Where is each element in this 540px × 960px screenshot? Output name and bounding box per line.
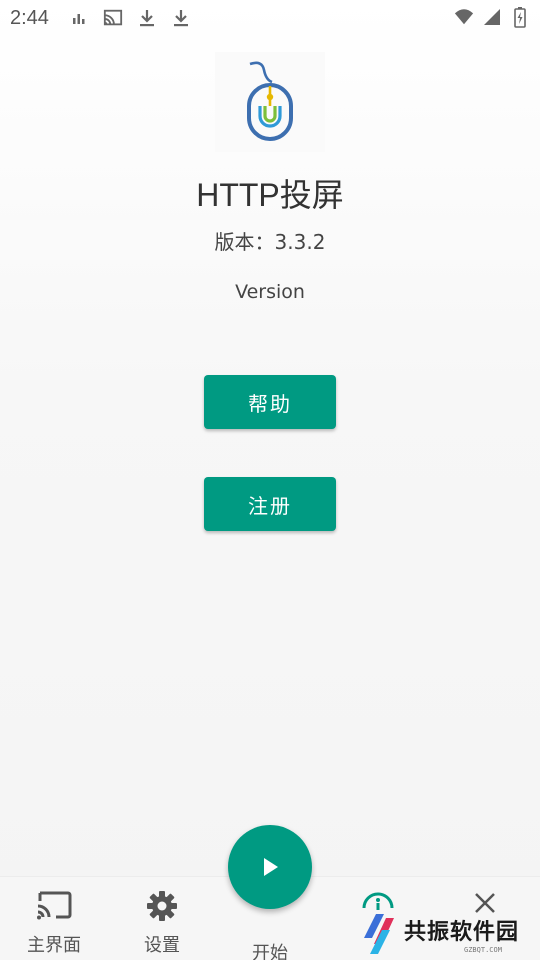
nav-item-home[interactable]: 主界面 xyxy=(9,889,99,957)
watermark-logo-icon xyxy=(364,914,394,954)
watermark-text: 共振软件园 xyxy=(404,920,520,945)
download-icon xyxy=(137,7,157,29)
system-icons xyxy=(454,6,530,28)
app-logo xyxy=(215,52,325,152)
nav-label-settings: 设置 xyxy=(144,935,180,956)
status-time: 2:44 xyxy=(10,6,49,29)
help-button[interactable]: 帮助 xyxy=(204,375,336,429)
nav-item-settings[interactable]: 设置 xyxy=(117,889,207,957)
battery-charging-icon xyxy=(510,6,530,28)
cast-screen-icon xyxy=(9,889,99,923)
register-button[interactable]: 注册 xyxy=(204,477,336,531)
app-version: 版本：3.3.2 xyxy=(214,230,326,254)
cell-signal-icon xyxy=(482,6,502,28)
download-icon xyxy=(171,7,191,29)
nav-label-home: 主界面 xyxy=(27,935,81,956)
cast-icon xyxy=(103,7,123,29)
version-label: Version xyxy=(235,281,305,303)
wifi-icon xyxy=(454,6,474,28)
play-icon xyxy=(264,858,278,876)
app-title: HTTP投屏 xyxy=(196,177,344,213)
signal-bars-icon xyxy=(69,7,89,29)
status-bar: 2:44 xyxy=(0,0,540,36)
notification-icons xyxy=(69,7,191,29)
mouse-icon xyxy=(247,61,293,141)
nav-label-start: 开始 xyxy=(252,943,288,960)
watermark-sub: GZBQT.COM xyxy=(464,946,502,954)
watermark: 共振软件园 GZBQT.COM xyxy=(362,910,532,958)
gear-icon xyxy=(117,889,207,923)
start-fab-button[interactable] xyxy=(228,825,312,909)
